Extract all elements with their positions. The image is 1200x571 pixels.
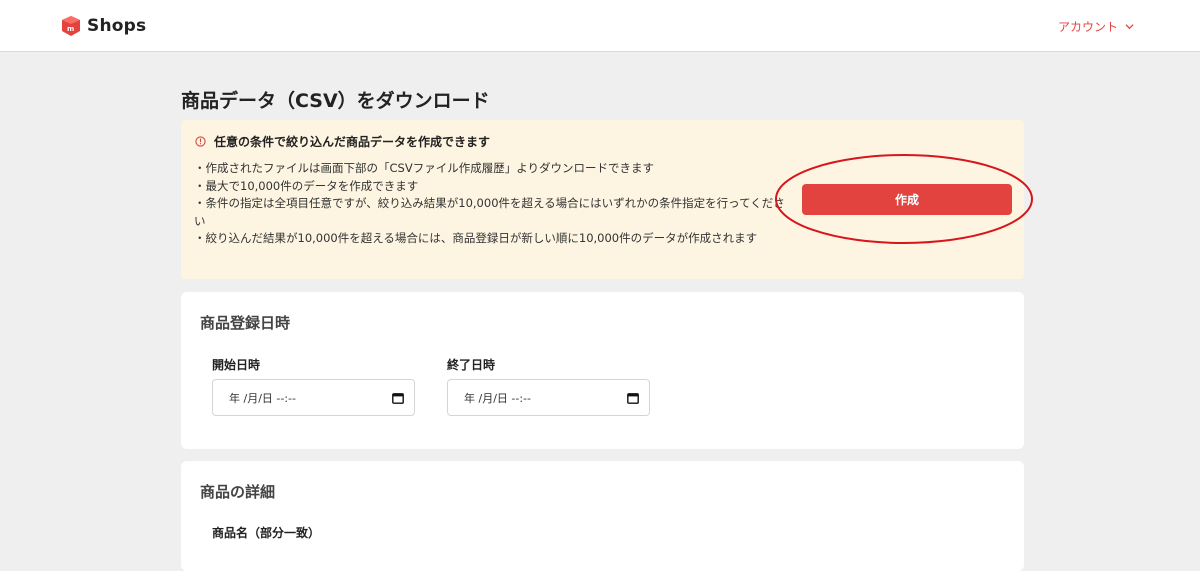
- chevron-down-icon: [1125, 24, 1134, 30]
- end-datetime-value: 年 /月/日 --:--: [464, 391, 531, 405]
- create-button[interactable]: 作成: [802, 184, 1012, 215]
- product-details-card: 商品の詳細 商品名（部分一致）: [181, 461, 1024, 571]
- notice-item: ・作成されたファイルは画面下部の「CSVファイル作成履歴」よりダウンロードできま…: [194, 161, 654, 175]
- notice-box: 任意の条件で絞り込んだ商品データを作成できます ・作成されたファイルは画面下部の…: [181, 120, 1024, 279]
- shops-logo[interactable]: m Shops: [60, 14, 146, 38]
- registration-date-title: 商品登録日時: [200, 314, 291, 332]
- notice-heading: 任意の条件で絞り込んだ商品データを作成できます: [195, 133, 490, 150]
- end-datetime-input[interactable]: 年 /月/日 --:--: [447, 379, 650, 416]
- svg-text:m: m: [67, 25, 74, 33]
- product-name-label: 商品名（部分一致）: [212, 526, 321, 540]
- calendar-icon[interactable]: [627, 392, 639, 404]
- notice-item: ・条件の指定は全項目任意ですが、絞り込み結果が10,000件を超える場合にはいず…: [194, 196, 785, 228]
- notice-heading-text: 任意の条件で絞り込んだ商品データを作成できます: [214, 135, 491, 149]
- page-title: 商品データ（CSV）をダウンロード: [181, 90, 490, 112]
- start-datetime-value: 年 /月/日 --:--: [229, 391, 296, 405]
- info-icon: [195, 136, 206, 147]
- logo-text: Shops: [87, 16, 147, 36]
- account-menu[interactable]: アカウント: [1058, 18, 1134, 35]
- notice-list: ・作成されたファイルは画面下部の「CSVファイル作成履歴」よりダウンロードできま…: [194, 160, 794, 248]
- product-details-title: 商品の詳細: [200, 483, 276, 501]
- account-label: アカウント: [1057, 20, 1118, 34]
- top-header: m Shops アカウント: [0, 0, 1200, 52]
- calendar-icon[interactable]: [392, 392, 404, 404]
- mercari-logo-icon: m: [62, 16, 80, 36]
- notice-item: ・最大で10,000件のデータを作成できます: [194, 178, 419, 193]
- end-datetime-label: 終了日時: [447, 358, 496, 372]
- notice-item: ・絞り込んだ結果が10,000件を超える場合には、商品登録日が新しい順に10,0…: [194, 231, 758, 245]
- start-datetime-input[interactable]: 年 /月/日 --:--: [212, 379, 415, 416]
- start-datetime-label: 開始日時: [212, 358, 261, 372]
- registration-date-card: 商品登録日時 開始日時 年 /月/日 --:-- 終了日時 年 /月/日 --:…: [181, 292, 1024, 449]
